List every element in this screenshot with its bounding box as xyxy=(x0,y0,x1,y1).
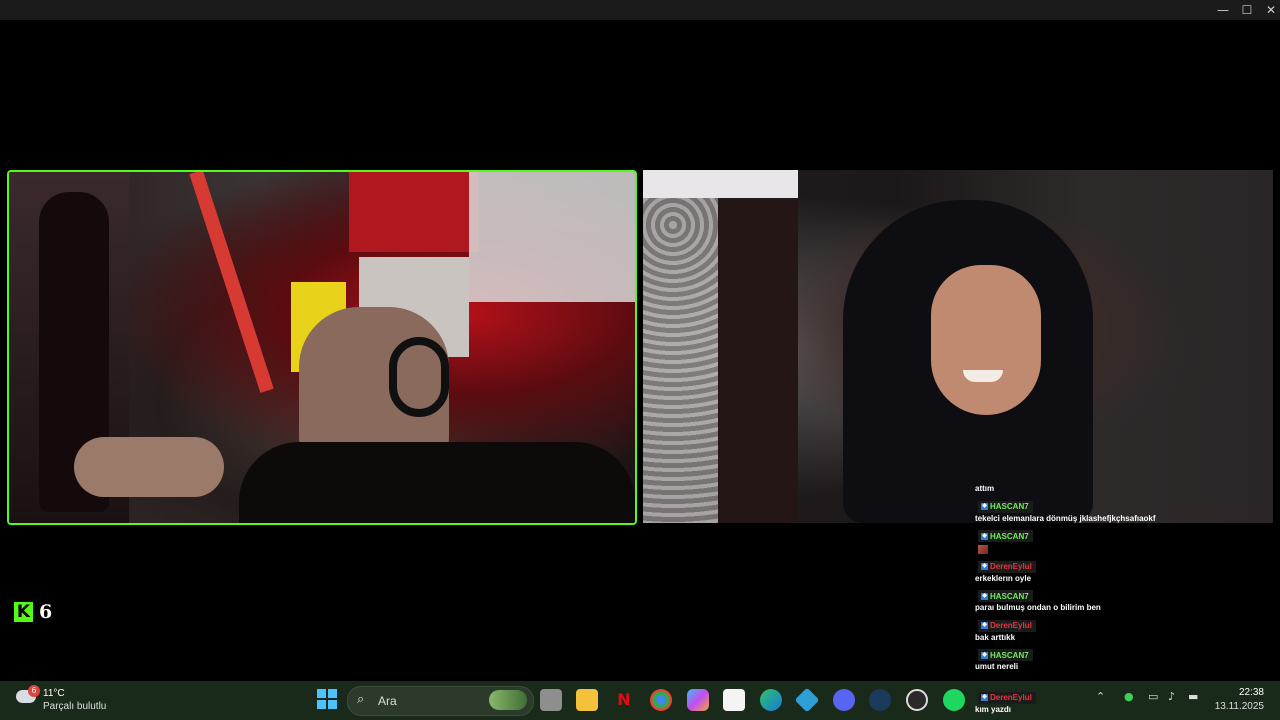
streamer-hand xyxy=(74,437,224,497)
search-icon: ⌕ xyxy=(357,692,365,707)
weather-temp: 11°C xyxy=(43,688,65,699)
red-poster xyxy=(349,172,479,252)
netflix-icon[interactable]: N xyxy=(613,689,635,711)
chat-message-text: bak arttıkk xyxy=(975,632,1016,642)
chat-username: ◆ DerenEylul xyxy=(978,560,1036,573)
kick-viewer-badge: K 6 xyxy=(14,601,52,623)
chat-username: ◆ HASCAN7 xyxy=(978,590,1033,602)
close-icon[interactable]: ✕ xyxy=(1259,2,1280,18)
chat-message: ◆ HASCAN7 tekelci elemanlara dönmüş jklas… xyxy=(975,494,1175,524)
search-placeholder: Ara xyxy=(378,694,397,708)
chat-message: ◆ DerenEylul erkeklerın oyle xyxy=(975,554,1175,584)
chat-message: attım xyxy=(975,484,1175,494)
chat-message-text: kım yazdı xyxy=(975,704,1012,714)
network-icon[interactable]: ▭ xyxy=(1148,690,1158,703)
emote-icon xyxy=(978,545,988,554)
window-titlebar: — ☐ ✕ xyxy=(0,0,1280,20)
chat-username: ◆ DerenEylul xyxy=(978,691,1036,704)
chat-message: ◆ HASCAN7 umut nereli xyxy=(975,643,1175,673)
search-input[interactable]: ⌕ Ara xyxy=(347,686,534,716)
spotify-icon[interactable] xyxy=(943,689,965,711)
search-highlight-icon xyxy=(489,690,527,710)
chrome-icon[interactable] xyxy=(650,689,672,711)
username-label: DerenEylul xyxy=(990,562,1032,571)
streamer-face xyxy=(931,265,1041,415)
streamer-body xyxy=(239,442,635,523)
taskbar xyxy=(0,681,1280,720)
chat-message-text: attım xyxy=(975,484,995,493)
platform-icon: ◆ xyxy=(981,694,988,701)
start-button[interactable] xyxy=(316,689,338,711)
chat-username: ◆ HASCAN7 xyxy=(978,649,1033,661)
username-label: DerenEylul xyxy=(990,621,1032,630)
minimize-icon[interactable]: — xyxy=(1211,2,1235,18)
platform-icon: ◆ xyxy=(981,563,988,570)
maximize-icon[interactable]: ☐ xyxy=(1235,2,1259,18)
weather-widget[interactable]: 6 xyxy=(16,685,40,706)
platform-icon: ◆ xyxy=(981,503,988,510)
username-label: HASCAN7 xyxy=(990,531,1029,541)
viewer-count: 6 xyxy=(39,601,53,623)
edge-icon[interactable] xyxy=(760,689,782,711)
camera-feed-left xyxy=(7,170,637,525)
platform-icon: ◆ xyxy=(981,532,988,540)
chat-username: ◆ DerenEylul xyxy=(978,619,1036,632)
username-label: HASCAN7 xyxy=(990,591,1029,601)
chat-message-text: umut nereli xyxy=(975,662,1019,671)
username-label: DerenEylul xyxy=(990,693,1032,702)
weather-desc: Parçalı bulutlu xyxy=(43,701,107,712)
bow-decoration xyxy=(189,172,274,393)
curtain xyxy=(643,195,718,523)
username-label: HASCAN7 xyxy=(990,650,1029,660)
chat-overlay: attım ◆ HASCAN7 tekelci elemanlara dönmüş… xyxy=(975,484,1175,672)
ceiling-light xyxy=(643,170,798,198)
chat-message: ◆ DerenEylul bak arttıkk xyxy=(975,613,1175,643)
clock-date[interactable]: 13.11.2025 xyxy=(1206,701,1264,712)
weather-badge: 6 xyxy=(28,685,40,697)
platform-icon: ◆ xyxy=(981,592,988,600)
chat-message: ◆ HASCAN7 paraı bulmuş ondan o bilirim be… xyxy=(975,584,1175,614)
chat-message-text: tekelci elemanlara dönmüş jklashefjkçhsa… xyxy=(975,513,1156,523)
platform-icon: ◆ xyxy=(981,622,988,629)
microphone-icon[interactable]: ● xyxy=(1124,690,1134,703)
battery-icon[interactable]: ▬ xyxy=(1188,690,1198,703)
clock-time[interactable]: 22:38 xyxy=(1224,687,1264,698)
steam-icon[interactable] xyxy=(869,689,891,711)
chevron-up-icon[interactable]: ⌃ xyxy=(1096,690,1105,703)
chat-message: ◆ DerenEylul kım yazdı xyxy=(975,685,1036,715)
discord-icon[interactable] xyxy=(833,689,855,711)
store-icon[interactable] xyxy=(723,689,745,711)
chat-message-text: erkeklerın oyle xyxy=(975,573,1032,583)
headset xyxy=(389,337,449,417)
username-label: HASCAN7 xyxy=(990,502,1029,511)
kick-logo-icon: K xyxy=(14,602,33,622)
chat-message: ◆ HASCAN7 xyxy=(975,524,1175,554)
task-view-icon[interactable] xyxy=(540,689,562,711)
platform-icon: ◆ xyxy=(981,651,988,659)
obs-icon[interactable] xyxy=(906,689,928,711)
door xyxy=(718,200,798,523)
chat-message-text: paraı bulmuş ondan o bilirim ben xyxy=(975,603,1101,612)
shelf xyxy=(469,172,635,302)
chat-username: ◆ HASCAN7 xyxy=(978,500,1033,513)
volume-icon[interactable]: ♪ xyxy=(1168,690,1175,703)
camera-feed-right xyxy=(643,170,1273,523)
file-explorer-icon[interactable] xyxy=(576,689,598,711)
copilot-icon[interactable] xyxy=(687,689,709,711)
chat-username: ◆ HASCAN7 xyxy=(978,530,1033,542)
windows-icon xyxy=(317,689,337,709)
smile xyxy=(963,370,1003,382)
